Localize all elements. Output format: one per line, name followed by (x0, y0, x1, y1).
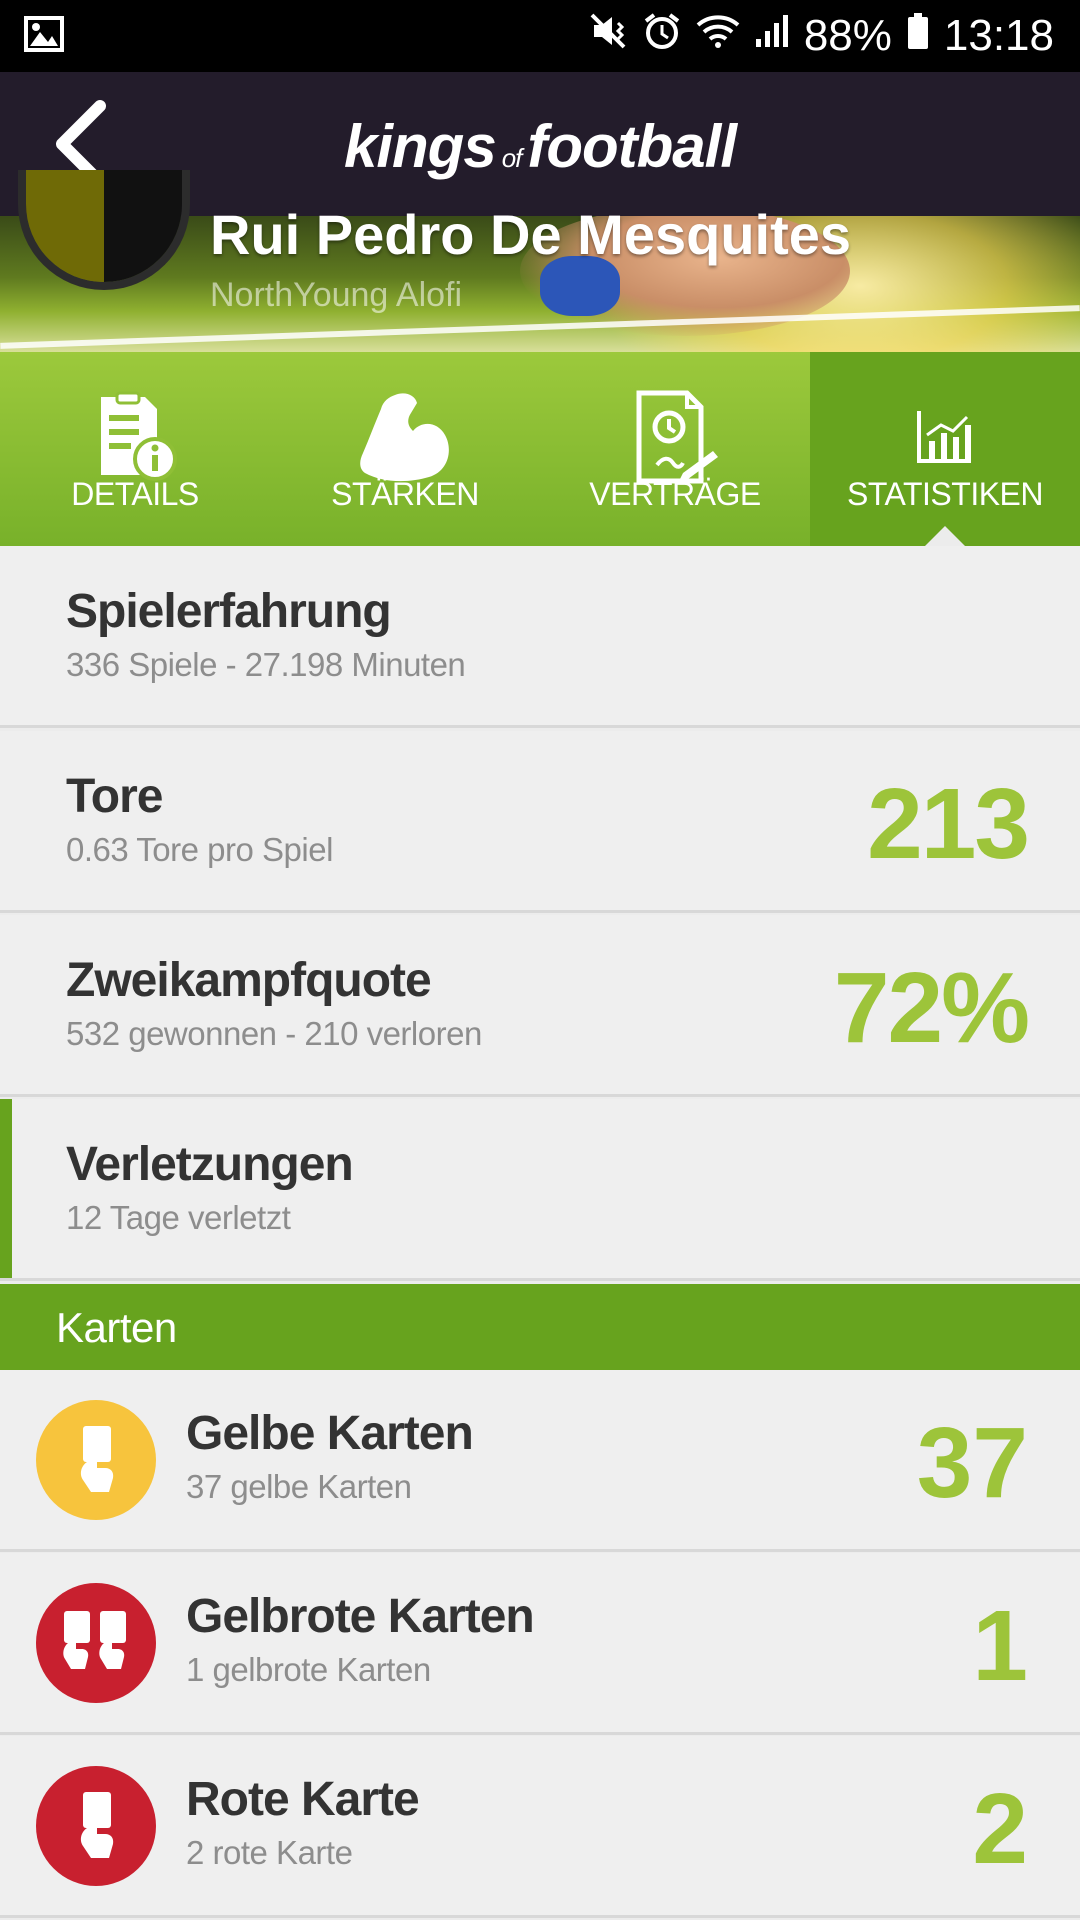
stat-value: 72% (833, 952, 1030, 1064)
tab-vertraege[interactable]: VERTRÄGE (540, 352, 810, 546)
red-card-icon (36, 1766, 156, 1886)
stat-subtitle: 0.63 Tore pro Spiel (66, 831, 333, 868)
yellow-card-icon (36, 1400, 156, 1520)
tab-staerken[interactable]: STÄRKEN (270, 352, 540, 546)
card-subtitle: 37 gelbe Karten (186, 1468, 412, 1505)
gallery-icon (24, 16, 64, 57)
stat-value: 213 (867, 768, 1030, 880)
card-row-rote-karte[interactable]: Rote Karte 2 rote Karte 2 (0, 1736, 1080, 1918)
stat-subtitle: 532 gewonnen - 210 verloren (66, 1015, 482, 1052)
stat-row-spielerfahrung[interactable]: Spielerfahrung 336 Spiele - 27.198 Minut… (0, 546, 1080, 728)
stat-title: Zweikampfquote (66, 954, 432, 1007)
card-value: 37 (916, 1407, 1028, 1519)
wifi-icon (696, 11, 740, 62)
stat-title: Spielerfahrung (66, 585, 392, 638)
battery-icon (906, 11, 930, 62)
tab-details[interactable]: DETAILS (0, 352, 270, 546)
card-subtitle: 2 rote Karte (186, 1834, 353, 1871)
stat-row-verletzungen[interactable]: Verletzungen 12 Tage verletzt (0, 1099, 1080, 1281)
alarm-icon (642, 11, 682, 62)
status-bar: 88% 13:18 (0, 0, 1080, 72)
card-subtitle: 1 gelbrote Karten (186, 1651, 431, 1688)
stat-subtitle: 336 Spiele - 27.198 Minuten (66, 646, 466, 683)
card-value: 2 (972, 1773, 1028, 1885)
stat-title: Verletzungen (66, 1138, 354, 1191)
player-name: Rui Pedro De Mesquites (210, 203, 852, 266)
stat-subtitle: 12 Tage verletzt (66, 1199, 291, 1236)
card-value: 1 (972, 1590, 1028, 1702)
card-title: Gelbe Karten (186, 1407, 474, 1460)
tab-bar: DETAILS STÄRKEN VERTRÄGE STATISTIKEN (0, 352, 1080, 546)
card-title: Gelbrote Karten (186, 1590, 535, 1643)
yellow-red-card-icon (36, 1583, 156, 1703)
section-header-karten: Karten (0, 1284, 1080, 1370)
signal-icon (754, 11, 790, 62)
clock-time: 13:18 (943, 11, 1054, 60)
stat-row-zweikampfquote[interactable]: Zweikampfquote 532 gewonnen - 210 verlor… (0, 915, 1080, 1097)
card-row-gelbe-karten[interactable]: Gelbe Karten 37 gelbe Karten 37 (0, 1370, 1080, 1552)
club-crest-avatar (18, 170, 190, 290)
active-tab-indicator (925, 526, 965, 546)
player-team: NorthYoung Alofi (210, 276, 463, 314)
tab-statistiken[interactable]: STATISTIKEN (810, 352, 1080, 546)
stat-title: Tore (66, 770, 163, 823)
stat-row-tore[interactable]: Tore 0.63 Tore pro Spiel 213 (0, 731, 1080, 913)
mute-vibrate-icon (588, 11, 628, 62)
battery-percent: 88% (803, 11, 892, 60)
card-title: Rote Karte (186, 1773, 420, 1826)
card-row-gelbrote-karten[interactable]: Gelbrote Karten 1 gelbrote Karten 1 (0, 1553, 1080, 1735)
